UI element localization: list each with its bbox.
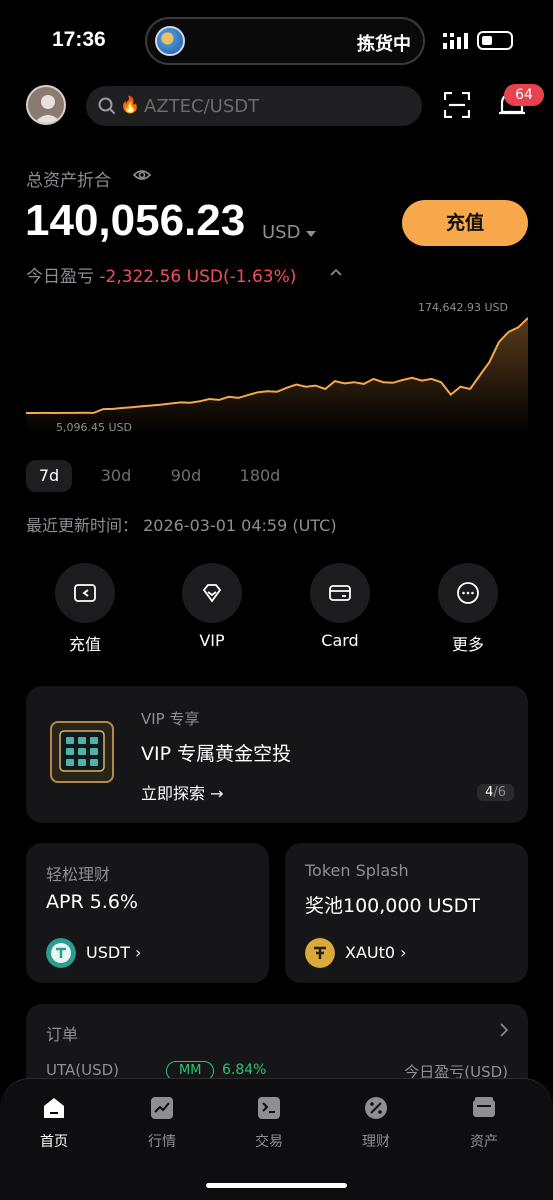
explore-link[interactable]: 立即探索 → [141, 780, 224, 804]
user-icon [34, 95, 62, 123]
eye-icon[interactable] [133, 168, 151, 182]
orders-title: 订单 [46, 1025, 79, 1044]
mm-value: 6.84% [222, 1062, 267, 1078]
quick-action-label: 更多 [451, 635, 484, 654]
earn-apr: APR 5.6% [46, 891, 138, 913]
token-splash-card[interactable]: Token Splash 奖池100,000 USDT XAUt0 › [285, 843, 528, 983]
activity-text: 拣货中 [357, 34, 411, 55]
chart-min-label: 5,096.45 USD [56, 421, 132, 434]
chevron-right-icon[interactable] [500, 1023, 508, 1037]
wallet-in-icon [74, 584, 96, 602]
usdt-icon [46, 938, 76, 968]
currency-unit[interactable]: USD [262, 222, 300, 243]
bottom-tab-bar: 首页 行情 交易 理财 资产 [0, 1078, 553, 1200]
scan-icon[interactable] [444, 92, 470, 118]
splash-coin-link[interactable]: XAUt0 › [345, 943, 407, 962]
tab-trade[interactable]: 交易 [229, 1095, 309, 1151]
chart-area-fill [26, 318, 528, 435]
tab-markets[interactable]: 行情 [122, 1095, 202, 1151]
quick-action-label: VIP [199, 631, 225, 650]
chart-icon [151, 1097, 173, 1119]
tab-assets[interactable]: 资产 [444, 1095, 524, 1151]
vip-gift-box-image [50, 721, 114, 783]
pnl-label: 今日盈亏 [26, 267, 94, 287]
asset-chart[interactable] [26, 300, 528, 435]
dynamic-island[interactable]: 拣货中 [145, 17, 425, 65]
total-assets-label: 总资产折合 [26, 171, 111, 191]
tab-label: 交易 [255, 1134, 283, 1150]
wallet-icon [473, 1097, 495, 1117]
tab-label: 资产 [470, 1134, 498, 1150]
range-tab-30d[interactable]: 30d [94, 460, 138, 492]
trade-icon [258, 1097, 280, 1119]
pnl-value: -2,322.56 USD(-1.63%) [99, 267, 297, 287]
vip-tag: VIP 专享 [141, 710, 200, 728]
range-tab-180d[interactable]: 180d [234, 460, 286, 492]
total-assets-value: 140,056.23 [25, 196, 246, 245]
clock: 17:36 [52, 28, 106, 51]
splash-pool: 奖池100,000 USDT [305, 895, 480, 917]
vip-banner[interactable]: VIP 专享 VIP 专属黄金空投 立即探索 → 4/6 [26, 686, 528, 823]
quick-action-vip[interactable]: VIP [167, 563, 257, 650]
percent-icon [365, 1097, 387, 1119]
last-updated: 最近更新时间： 2026-03-01 04:59 (UTC) [26, 516, 337, 535]
deposit-button[interactable]: 充值 [402, 200, 528, 246]
search-icon [98, 97, 116, 115]
signal-icon [443, 33, 468, 49]
banner-pager: 4/6 [477, 784, 514, 801]
search-bar[interactable]: 🔥 AZTEC/USDT [86, 86, 422, 126]
quick-action-label: 充值 [68, 635, 101, 654]
avatar[interactable] [26, 85, 66, 125]
home-icon [44, 1098, 64, 1118]
chevron-up-icon[interactable] [330, 268, 342, 276]
quick-action-more[interactable]: 更多 [423, 563, 513, 655]
uta-account: UTA(USD) [46, 1061, 119, 1079]
xaut-icon [305, 938, 335, 968]
fire-icon: 🔥 [120, 95, 140, 114]
search-placeholder: AZTEC/USDT [144, 96, 260, 117]
more-icon [457, 582, 479, 604]
home-indicator [206, 1183, 347, 1188]
vip-title: VIP 专属黄金空投 [141, 743, 292, 765]
earn-label: 轻松理财 [46, 865, 111, 884]
quick-action-card[interactable]: Card [295, 563, 385, 650]
quick-action-label: Card [321, 631, 359, 650]
quick-action-deposit[interactable]: 充值 [40, 563, 130, 655]
today-pnl: 今日盈亏 -2,322.56 USD(-1.63%) [26, 262, 296, 287]
caret-down-icon[interactable] [306, 231, 316, 237]
earn-card[interactable]: 轻松理财 APR 5.6% USDT › [26, 843, 269, 983]
tab-label: 理财 [362, 1134, 390, 1150]
vip-diamond-icon [202, 584, 222, 603]
range-tab-7d[interactable]: 7d [26, 460, 72, 492]
tab-earn[interactable]: 理财 [336, 1095, 416, 1151]
card-icon [329, 585, 351, 601]
app-activity-icon [155, 26, 185, 56]
splash-label: Token Splash [305, 861, 409, 880]
tab-home[interactable]: 首页 [14, 1095, 94, 1151]
earn-coin-link[interactable]: USDT › [86, 943, 141, 962]
battery-icon [477, 31, 513, 50]
tab-label: 首页 [40, 1134, 68, 1150]
tab-label: 行情 [148, 1134, 176, 1150]
status-bar: 17:36 拣货中 [0, 0, 553, 80]
notification-badge: 64 [504, 84, 544, 106]
pager-total: /6 [493, 785, 506, 800]
range-tab-90d[interactable]: 90d [164, 460, 208, 492]
